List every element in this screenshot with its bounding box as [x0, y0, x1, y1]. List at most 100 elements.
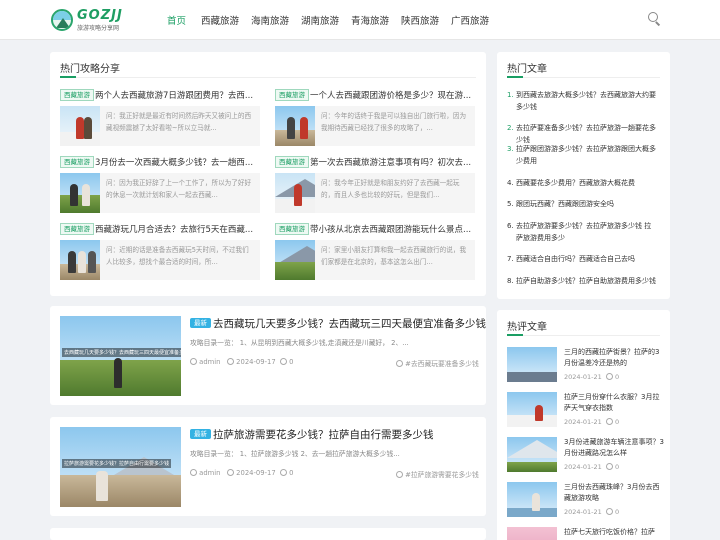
author[interactable]: admin: [199, 469, 220, 477]
hot-item[interactable]: 西藏旅游 一个人去西藏跟团游价格是多少？现在游... 问：今年的话终于我是可以独…: [275, 89, 475, 151]
comment-icon: [605, 508, 613, 515]
hot-post-link[interactable]: 拉萨跟团游游多少钱？去拉萨旅游跟团大概多少费用: [516, 143, 658, 167]
review-title[interactable]: 三月份去西藏珠峰？3月份去西藏旅游攻略: [564, 482, 664, 504]
thumbnail-caption: 去西藏玩几天要多少钱？去西藏玩三四天最便宜准备多少钱: [62, 348, 181, 357]
hot-post-link[interactable]: 跟团玩西藏？西藏跟团游安全吗: [516, 198, 658, 210]
review-thumbnail[interactable]: [507, 392, 557, 427]
article-tag[interactable]: #去西藏玩要准备多少钱: [396, 358, 479, 368]
new-badge: 最新: [190, 318, 211, 328]
category-tag[interactable]: 西藏旅游: [60, 156, 94, 168]
hot-item-thumbnail[interactable]: [275, 173, 315, 213]
article-card[interactable]: [50, 528, 486, 540]
hot-item[interactable]: 西藏旅游 第一次去西藏旅游注意事项有吗？初次去... 问：我今年正好就是和朋友约…: [275, 156, 475, 218]
hot-item-excerpt: 问：今年的话终于我是可以独自出门旅行啦，因为我期待西藏已经找了很多的攻略了，..…: [315, 106, 475, 146]
user-icon: [190, 358, 197, 365]
author[interactable]: admin: [199, 358, 220, 366]
nav-guangxi[interactable]: 广西旅游: [451, 13, 489, 27]
review-item[interactable]: 三月份去西藏珠峰？3月份去西藏旅游攻略 2024-01-21 0: [507, 482, 663, 522]
nav-shaanxi[interactable]: 陕西旅游: [401, 13, 439, 27]
hot-guides-card: 热门攻略分享 西藏旅游 两个人去西藏旅游7日游跟团费用？去西... 问：我正好就…: [50, 52, 486, 296]
hot-post-link[interactable]: 拉萨自助游多少钱？拉萨自助旅游费用多少钱: [516, 275, 658, 287]
article-title[interactable]: 去西藏玩几天要多少钱？去西藏玩三四天最便宜准备多少钱: [213, 316, 486, 331]
post-date: 2024-09-17: [236, 469, 276, 477]
view-count: 0: [289, 358, 294, 366]
hot-item[interactable]: 西藏旅游 两个人去西藏旅游7日游跟团费用？去西... 问：我正好就是最近有时间然…: [60, 89, 260, 151]
hot-item-thumbnail[interactable]: [60, 173, 100, 213]
category-tag[interactable]: 西藏旅游: [275, 223, 309, 235]
hot-item-thumbnail[interactable]: [60, 240, 100, 280]
review-thumbnail[interactable]: [507, 437, 557, 472]
review-thumbnail[interactable]: [507, 482, 557, 517]
rank-number: 1.: [507, 91, 514, 99]
hot-item-thumbnail[interactable]: [275, 106, 315, 146]
category-tag[interactable]: 西藏旅游: [275, 89, 309, 101]
category-tag[interactable]: 西藏旅游: [60, 89, 94, 101]
hot-reviews-card: 热评文章 三月的西藏拉萨街景？拉萨的3月份温差冷还是热的 2024-01-21 …: [497, 310, 670, 540]
hot-post-link[interactable]: 西藏要花多少费用？西藏旅游大概花费: [516, 177, 658, 189]
title-divider: [60, 77, 476, 78]
view-count: 0: [289, 469, 294, 477]
category-tag[interactable]: 西藏旅游: [275, 156, 309, 168]
review-title[interactable]: 拉萨七天旅行吃饭价格？拉萨: [564, 527, 664, 538]
hot-item-title[interactable]: 第一次去西藏旅游注意事项有吗？初次去...: [310, 156, 475, 168]
article-meta: admin 2024-09-17 0 #去西藏玩要准备多少钱: [190, 358, 480, 370]
hot-post-link[interactable]: 到西藏去旅游大概多少钱？去西藏旅游大约要多少钱: [516, 89, 658, 113]
hot-post-link[interactable]: 西藏适合自由行吗？西藏适合自己去吗: [516, 253, 658, 265]
review-meta: 2024-01-21 0: [564, 463, 620, 471]
category-tag[interactable]: 西藏旅游: [60, 223, 94, 235]
article-tag[interactable]: #拉萨旅游需要花多少钱: [396, 469, 479, 479]
search-icon[interactable]: [648, 12, 662, 26]
review-item[interactable]: 三月的西藏拉萨街景？拉萨的3月份温差冷还是热的 2024-01-21 0: [507, 347, 663, 387]
review-item[interactable]: 3月份进藏旅游车辆注意事项？3月份进藏路况怎么样 2024-01-21 0: [507, 437, 664, 477]
article-thumbnail[interactable]: 去西藏玩几天要多少钱？去西藏玩三四天最便宜准备多少钱: [60, 316, 181, 396]
title-accent: [60, 76, 76, 78]
rank-number: 6.: [507, 222, 514, 230]
review-item[interactable]: 拉萨七天旅行吃饭价格？拉萨: [507, 527, 663, 540]
hot-item-title[interactable]: 一个人去西藏跟团游价格是多少？现在游...: [310, 89, 475, 101]
review-title[interactable]: 3月份进藏旅游车辆注意事项？3月份进藏路况怎么样: [564, 437, 664, 459]
review-title[interactable]: 拉萨三月份穿什么衣服？3月拉萨天气穿衣指数: [564, 392, 664, 414]
review-item[interactable]: 拉萨三月份穿什么衣服？3月拉萨天气穿衣指数 2024-01-21 0: [507, 392, 663, 432]
title-divider: [507, 335, 660, 336]
eye-icon: [280, 358, 287, 365]
hot-item[interactable]: 西藏旅游 3月份去一次西藏大概多少钱？去一趟西... 问：因为我正好辞了上一个工…: [60, 156, 260, 218]
review-title[interactable]: 三月的西藏拉萨街景？拉萨的3月份温差冷还是热的: [564, 347, 664, 369]
nav-home[interactable]: 首页: [167, 13, 186, 27]
hot-item-excerpt: 问：近期的话是准备去西藏玩5天时间，不过我们人比较多，想找个最合适的时间，所..…: [100, 240, 260, 280]
new-badge: 最新: [190, 429, 211, 439]
article-title[interactable]: 拉萨旅游需要花多少钱？拉萨自由行需要多少钱: [213, 427, 434, 442]
hot-item[interactable]: 西藏旅游 带小孩从北京去西藏跟团游能玩什么景点... 问：家里小朋友打算和我一起…: [275, 223, 475, 285]
article-card[interactable]: 去西藏玩几天要多少钱？去西藏玩三四天最便宜准备多少钱 最新 去西藏玩几天要多少钱…: [50, 306, 486, 405]
hot-item-excerpt: 问：我正好就是最近有时间然后昨天又被问上的西藏视频震撼了太好看啦~所以立马就..…: [100, 106, 260, 146]
eye-icon: [280, 469, 287, 476]
site-header: GOZJJ 旅游攻略分享网 首页 西藏旅游 海南旅游 湖南旅游 青海旅游 陕西旅…: [0, 0, 720, 40]
review-thumbnail[interactable]: [507, 347, 557, 382]
hot-posts-card: 热门文章 1. 到西藏去旅游大概多少钱？去西藏旅游大约要多少钱 2. 去拉萨要准备多…: [497, 52, 670, 299]
hot-item-title[interactable]: 两个人去西藏旅游7日游跟团费用？去西...: [95, 89, 260, 101]
hot-guides-title: 热门攻略分享: [60, 64, 120, 75]
hot-item-title[interactable]: 带小孩从北京去西藏跟团游能玩什么景点...: [310, 223, 475, 235]
hot-item-thumbnail[interactable]: [275, 240, 315, 280]
hot-item-excerpt: 问：家里小朋友打算和我一起去西藏旅行的说，我们家都是在北京的，基本这怎么出门..…: [315, 240, 475, 280]
review-thumbnail[interactable]: [507, 527, 557, 540]
nav-hunan[interactable]: 湖南旅游: [301, 13, 339, 27]
hot-post-link[interactable]: 去拉萨旅游要多少钱？去拉萨旅游多少钱 拉萨旅游费用多少: [516, 220, 658, 244]
site-logo[interactable]: GOZJJ 旅游攻略分享网: [51, 8, 131, 34]
nav-qinghai[interactable]: 青海旅游: [351, 13, 389, 27]
hot-item-thumbnail[interactable]: [60, 106, 100, 146]
hot-item[interactable]: 西藏旅游 西藏游玩几月合适去？去旅行5天在西藏... 问：近期的话是准备去西藏玩…: [60, 223, 260, 285]
article-excerpt: 攻略目录一览： 1、拉萨旅游多少钱 2、去一趟拉萨旅游大概多少钱...: [190, 450, 400, 458]
hot-item-title[interactable]: 西藏游玩几月合适去？去旅行5天在西藏...: [95, 223, 260, 235]
hot-posts-title: 热门文章: [507, 64, 547, 75]
article-card[interactable]: 拉萨旅游需要花多少钱？拉萨自由行需要多少钱 最新 拉萨旅游需要花多少钱？拉萨自由…: [50, 417, 486, 516]
tag-icon: [396, 360, 403, 367]
review-meta: 2024-01-21 0: [564, 418, 620, 426]
rank-number: 3.: [507, 145, 514, 153]
nav-tibet[interactable]: 西藏旅游: [201, 13, 239, 27]
nav-hainan[interactable]: 海南旅游: [251, 13, 289, 27]
comment-icon: [605, 373, 613, 380]
hot-item-excerpt: 问：我今年正好就是和朋友约好了去西藏一起玩的，而且人多也比较的好玩，但是我们..…: [315, 173, 475, 213]
hot-item-title[interactable]: 3月份去一次西藏大概多少钱？去一趟西...: [95, 156, 260, 168]
clock-icon: [227, 469, 234, 476]
article-thumbnail[interactable]: 拉萨旅游需要花多少钱？拉萨自由行需要多少钱: [60, 427, 181, 507]
